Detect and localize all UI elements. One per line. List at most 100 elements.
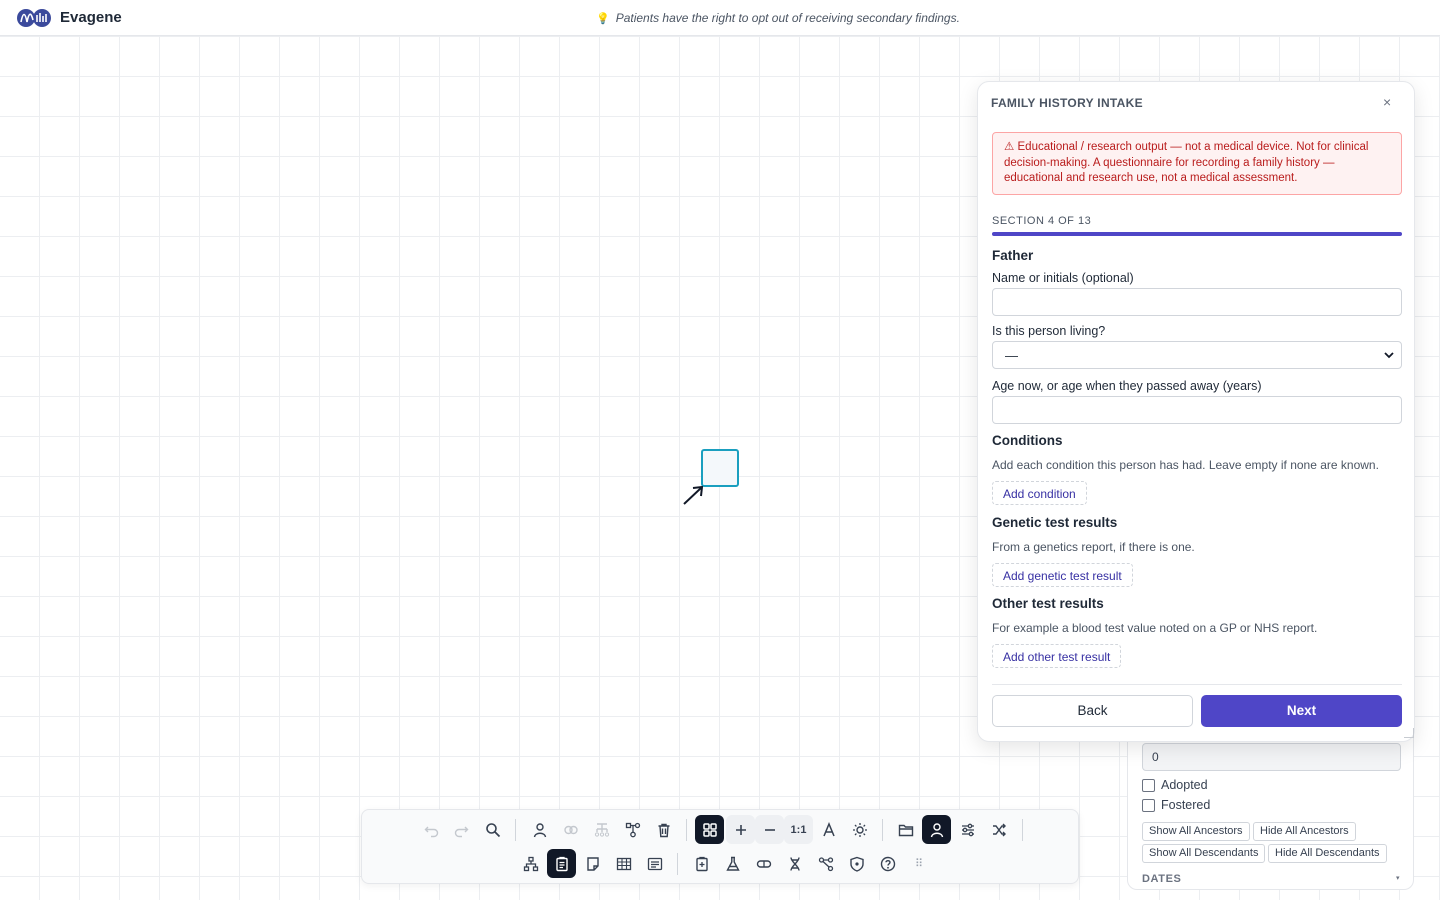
shield-icon (849, 856, 864, 872)
family-history-intake-dialog: FAMILY HISTORY INTAKE × ⚠ Educational / … (977, 81, 1415, 742)
table-icon (616, 857, 631, 870)
help-icon (880, 856, 895, 871)
add-genetic-test-button[interactable]: Add genetic test result (992, 563, 1133, 587)
redo-button[interactable] (446, 815, 475, 844)
add-condition-button[interactable]: Add condition (992, 481, 1087, 505)
grid-icon (702, 822, 717, 837)
fostered-checkbox[interactable] (1142, 798, 1155, 812)
section-counter: SECTION 4 OF 13 (992, 215, 1092, 227)
add-family-button[interactable] (618, 815, 647, 844)
name-label: Name or initials (optional) (992, 271, 1134, 285)
privacy-button[interactable] (842, 849, 871, 878)
person-icon (930, 822, 943, 837)
undo-button[interactable] (417, 815, 446, 844)
redo-icon (454, 826, 468, 837)
report-icon (695, 856, 708, 871)
info-banner: 💡 Patients have the right to opt out of … (596, 11, 960, 25)
zoom-in-button[interactable] (726, 815, 755, 844)
flask-icon (725, 856, 740, 871)
link-partner-button[interactable] (556, 815, 585, 844)
back-button[interactable]: Back (992, 695, 1193, 727)
note-icon (586, 856, 599, 871)
delete-button[interactable] (649, 815, 678, 844)
living-select-value: — (1005, 348, 1018, 363)
footer-divider (992, 684, 1402, 685)
table-view-button[interactable] (609, 849, 638, 878)
undo-icon (424, 826, 438, 837)
person-panel-button[interactable] (922, 815, 951, 844)
dates-section-header[interactable]: DATES (1142, 873, 1181, 885)
add-children-button[interactable] (587, 815, 616, 844)
intake-form-button[interactable] (547, 849, 576, 878)
show-all-ancestors-button[interactable]: Show All Ancestors (1142, 822, 1250, 841)
capsule-icon (756, 859, 771, 868)
fostered-label: Fostered (1161, 798, 1211, 812)
shuffle-button[interactable] (984, 815, 1013, 844)
genetics-button[interactable] (780, 849, 809, 878)
toolbar-separator (515, 819, 516, 841)
next-button[interactable]: Next (1201, 695, 1402, 727)
chevron-down-icon (1384, 352, 1394, 359)
pedigree-node-male[interactable] (701, 449, 739, 487)
lightbulb-icon: 💡 (596, 12, 610, 25)
family-icon (625, 822, 640, 837)
name-input[interactable] (992, 288, 1402, 316)
help-button[interactable] (873, 849, 902, 878)
open-file-button[interactable] (891, 815, 920, 844)
close-icon[interactable]: × (1383, 94, 1391, 110)
evagene-logo-icon[interactable] (16, 8, 56, 28)
zoom-reset-button[interactable]: 1:1 (784, 815, 813, 844)
bottom-toolbar: 1:1 ⠿ (361, 809, 1079, 884)
hide-all-ancestors-button[interactable]: Hide All Ancestors (1253, 822, 1356, 841)
top-bar: Evagene 💡 Patients have the right to opt… (0, 0, 1440, 36)
zoom-reset-label: 1:1 (790, 823, 807, 836)
section-progress-bar (992, 232, 1402, 236)
add-other-test-button[interactable]: Add other test result (992, 644, 1122, 668)
share-button[interactable] (811, 849, 840, 878)
report-button[interactable] (687, 849, 716, 878)
tree-icon (523, 856, 538, 871)
search-button[interactable] (478, 815, 507, 844)
notes-button[interactable] (578, 849, 607, 878)
lab-button[interactable] (718, 849, 747, 878)
genetic-heading: Genetic test results (992, 515, 1118, 530)
grip-icon[interactable]: ⠿ (915, 857, 923, 870)
trash-icon (658, 823, 669, 837)
text-size-button[interactable] (814, 815, 843, 844)
age-input[interactable] (992, 396, 1402, 424)
list-view-button[interactable] (640, 849, 669, 878)
numeric-field[interactable]: 0 (1142, 743, 1401, 771)
living-label: Is this person living? (992, 324, 1106, 338)
settings-button[interactable] (953, 815, 982, 844)
dna-icon (789, 856, 800, 871)
search-icon (485, 822, 500, 837)
progress-fill (992, 232, 1402, 236)
fostered-checkbox-row[interactable]: Fostered (1142, 798, 1210, 812)
person-properties-panel: 0 Adopted Fostered Show All Ancestors Hi… (1127, 730, 1414, 890)
show-all-descendants-button[interactable]: Show All Descendants (1142, 844, 1266, 863)
conditions-help: Add each condition this person has had. … (992, 458, 1379, 472)
other-tests-help: For example a blood test value noted on … (992, 621, 1318, 635)
theme-button[interactable] (845, 815, 874, 844)
zoom-out-button[interactable] (755, 815, 784, 844)
adopted-checkbox-row[interactable]: Adopted (1142, 778, 1208, 792)
age-label: Age now, or age when they passed away (y… (992, 379, 1262, 393)
conditions-heading: Conditions (992, 433, 1063, 448)
add-person-button[interactable] (525, 815, 554, 844)
proband-arrow-icon (683, 485, 704, 505)
resize-handle[interactable] (1404, 728, 1414, 738)
sliders-icon (961, 823, 974, 836)
living-select[interactable]: — (992, 341, 1402, 369)
zoom-out-icon (764, 828, 775, 831)
children-icon (594, 822, 609, 837)
medication-button[interactable] (749, 849, 778, 878)
zoom-in-icon (735, 824, 746, 835)
banner-text: Patients have the right to opt out of re… (615, 11, 960, 25)
clipboard-icon (555, 856, 568, 871)
grid-toggle-button[interactable] (695, 815, 724, 844)
hide-all-descendants-button[interactable]: Hide All Descendants (1268, 844, 1387, 863)
adopted-checkbox[interactable] (1142, 778, 1155, 792)
tree-layout-button[interactable] (516, 849, 545, 878)
chevron-down-icon[interactable]: ▾ (1396, 874, 1400, 882)
other-tests-heading: Other test results (992, 596, 1104, 611)
